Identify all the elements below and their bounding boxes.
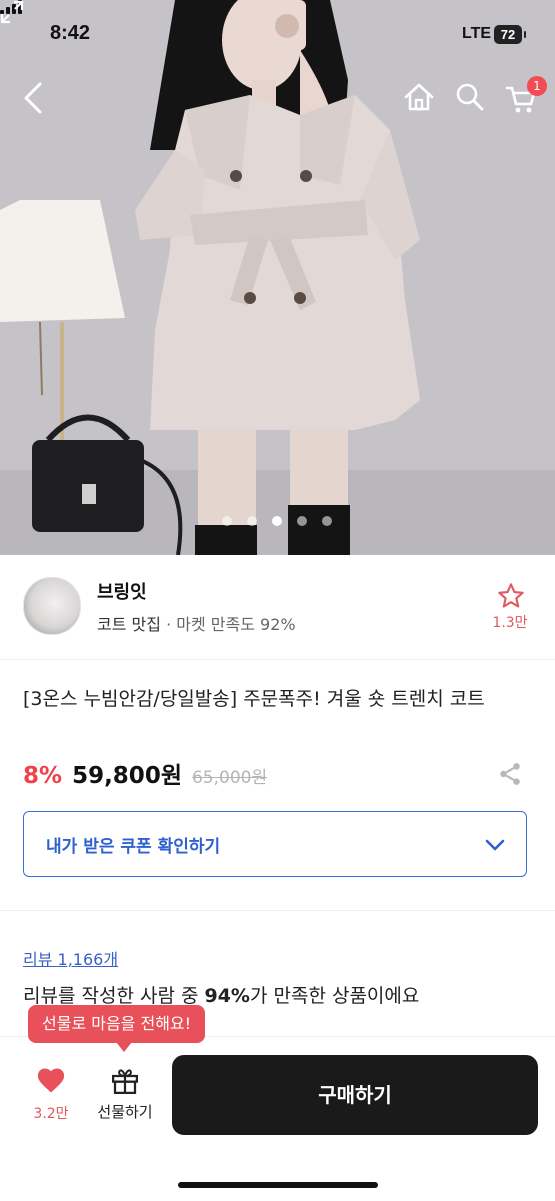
seller-like-count: 1.3만 bbox=[492, 615, 528, 631]
chevron-down-icon bbox=[485, 839, 505, 851]
seller-section[interactable]: 브링잇 코트 맛집 · 마켓 만족도 92% bbox=[0, 555, 555, 660]
gallery-dot[interactable] bbox=[247, 516, 257, 526]
network-type: LTE bbox=[462, 25, 492, 42]
seller-tag: 코트 맛집 bbox=[97, 615, 161, 634]
expand-icon[interactable] bbox=[0, 0, 24, 24]
heart-icon bbox=[37, 1068, 65, 1093]
gallery-pagination bbox=[222, 516, 332, 526]
section-divider bbox=[0, 910, 555, 911]
seller-info: 코트 맛집 · 마켓 만족도 92% bbox=[97, 611, 296, 635]
home-icon[interactable] bbox=[403, 82, 435, 112]
review-count-link[interactable]: 리뷰 1,166개 bbox=[23, 946, 118, 970]
gallery-dot[interactable] bbox=[222, 516, 232, 526]
coupon-label: 내가 받은 쿠폰 확인하기 bbox=[46, 837, 221, 857]
seller-satisfaction: 마켓 만족도 92% bbox=[176, 615, 296, 634]
star-icon[interactable] bbox=[497, 582, 525, 610]
review-summary-suffix: 가 만족한 상품이에요 bbox=[249, 985, 420, 1007]
gift-button[interactable] bbox=[92, 1066, 158, 1100]
back-button[interactable] bbox=[22, 82, 46, 114]
seller-separator: · bbox=[166, 615, 172, 634]
wishlist-count: 3.2만 bbox=[33, 1106, 69, 1122]
price-row: 8% 59,800원 65,000원 bbox=[23, 756, 268, 789]
gift-label: 선물하기 bbox=[97, 1103, 153, 1121]
review-satisfaction-rate: 94% bbox=[204, 985, 250, 1007]
share-icon[interactable] bbox=[497, 761, 523, 787]
discount-rate: 8% bbox=[23, 763, 63, 789]
sale-price: 59,800원 bbox=[72, 763, 182, 789]
battery-icon: 72 bbox=[494, 25, 526, 44]
wishlist-button[interactable] bbox=[24, 1066, 78, 1098]
original-price: 65,000원 bbox=[191, 768, 268, 788]
gallery-dot-active[interactable] bbox=[272, 516, 282, 526]
tooltip-arrow bbox=[116, 1042, 132, 1052]
seller-name[interactable]: 브링잇 bbox=[97, 578, 147, 604]
buy-button[interactable]: 구매하기 bbox=[172, 1055, 538, 1135]
seller-avatar[interactable] bbox=[23, 577, 81, 635]
gift-icon bbox=[112, 1069, 138, 1094]
coupon-check-button[interactable]: 내가 받은 쿠폰 확인하기 bbox=[23, 811, 527, 877]
gallery-dot[interactable] bbox=[322, 516, 332, 526]
status-bar: 8:42 LTE 72 bbox=[0, 0, 555, 70]
gallery-dot[interactable] bbox=[297, 516, 307, 526]
search-icon[interactable] bbox=[455, 82, 485, 112]
review-summary: 리뷰를 작성한 사람 중 94%가 만족한 상품이에요 bbox=[23, 981, 419, 1008]
home-indicator bbox=[178, 1182, 378, 1188]
review-summary-prefix: 리뷰를 작성한 사람 중 bbox=[23, 985, 205, 1007]
status-time: 8:42 bbox=[50, 22, 91, 44]
cart-badge: 1 bbox=[527, 76, 547, 96]
product-title: [3온스 누빔안감/당일발송] 주문폭주! 겨울 숏 트렌치 코트 bbox=[23, 688, 485, 710]
product-image-gallery[interactable]: 8:42 LTE 72 1 bbox=[0, 0, 555, 555]
gift-tooltip: 선물로 마음을 전해요! bbox=[28, 1005, 206, 1043]
